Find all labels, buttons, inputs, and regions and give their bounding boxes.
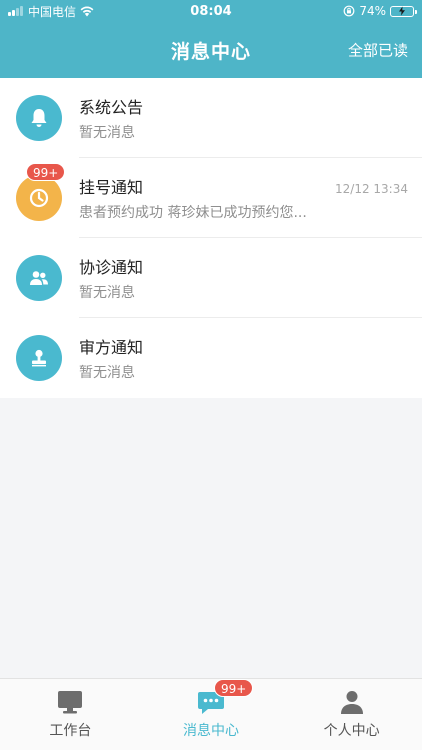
message-item-consult[interactable]: 协诊通知 暂无消息 xyxy=(0,238,422,318)
top-bar: 中国电信 08:04 74% 消息中心 全部已读 xyxy=(0,0,422,78)
mark-all-read-button[interactable]: 全部已读 xyxy=(348,40,408,61)
message-title: 审方通知 xyxy=(79,338,144,357)
tab-workbench[interactable]: 工作台 xyxy=(0,679,141,750)
message-item-prescription[interactable]: 审方通知 暂无消息 xyxy=(0,318,422,398)
message-title: 协诊通知 xyxy=(79,257,144,277)
message-title: 系统公告 xyxy=(79,97,144,117)
battery-icon xyxy=(390,5,417,17)
tab-label: 工作台 xyxy=(49,723,92,739)
nav-header: 消息中心 全部已读 xyxy=(0,22,422,78)
tab-label: 个人中心 xyxy=(323,723,380,739)
person-icon xyxy=(337,687,367,717)
tab-label: 消息中心 xyxy=(183,723,239,739)
page-title: 消息中心 xyxy=(170,40,251,63)
tab-messages[interactable]: 99+ 消息中心 xyxy=(141,679,282,750)
message-time: 12/12 13:34 xyxy=(335,181,408,196)
chat-icon: 99+ xyxy=(196,679,254,717)
stamp-icon xyxy=(16,335,62,381)
signal-icon xyxy=(8,6,23,16)
carrier-name: 中国电信 xyxy=(28,4,77,19)
message-title: 挂号通知 xyxy=(79,177,144,197)
message-list: 系统公告 暂无消息 99+ 挂号通知 12/12 13:34 患者预约成功 蒋珍… xyxy=(0,78,422,398)
message-preview: 暂无消息 xyxy=(79,124,135,141)
clock-icon: 99+ xyxy=(16,163,66,221)
battery-percent: 74% xyxy=(359,4,386,18)
message-preview: 患者预约成功 蒋珍妹已成功预约您... xyxy=(79,204,307,221)
rotation-lock-icon xyxy=(343,5,355,17)
bell-icon xyxy=(16,95,62,141)
wifi-icon xyxy=(80,6,94,17)
message-preview: 暂无消息 xyxy=(79,365,135,381)
unread-badge: 99+ xyxy=(26,163,66,181)
unread-badge: 99+ xyxy=(214,679,254,697)
monitor-icon xyxy=(55,687,85,717)
message-item-system[interactable]: 系统公告 暂无消息 xyxy=(0,78,422,158)
tab-profile[interactable]: 个人中心 xyxy=(281,679,422,750)
people-icon xyxy=(16,255,62,301)
status-bar: 中国电信 08:04 74% xyxy=(0,0,422,22)
tab-bar: 工作台 99+ 消息中心 个人中心 xyxy=(0,678,422,750)
message-item-registration[interactable]: 99+ 挂号通知 12/12 13:34 患者预约成功 蒋珍妹已成功预约您... xyxy=(0,158,422,238)
message-preview: 暂无消息 xyxy=(79,284,135,301)
